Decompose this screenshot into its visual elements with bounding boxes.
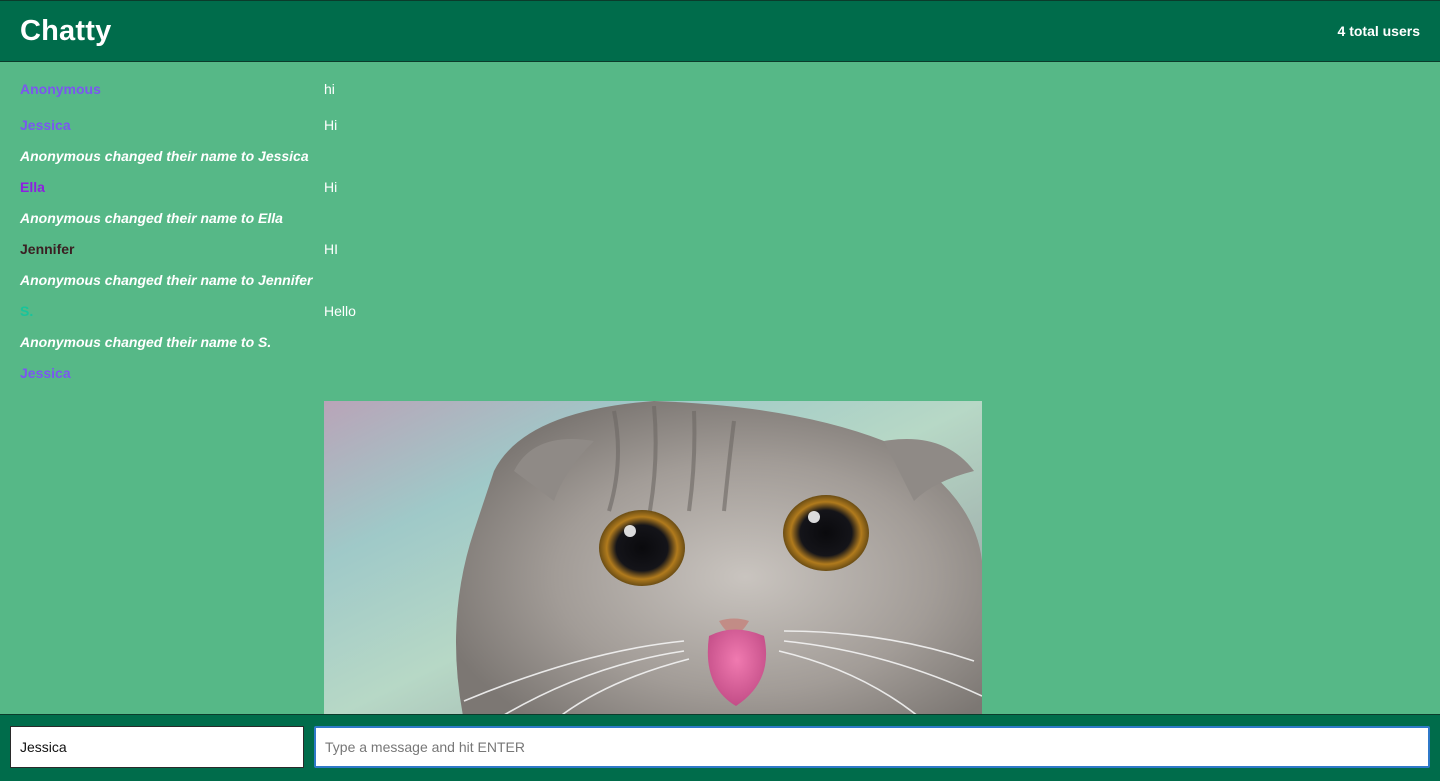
message-content: Hi [324, 117, 338, 133]
navbar: Chatty 4 total users [0, 0, 1440, 62]
system-notification: Anonymous changed their name to S. [20, 334, 272, 350]
message-row: S. Hello [0, 299, 1440, 323]
system-notification: Anonymous changed their name to Jessica [20, 148, 309, 164]
message-row: Jennifer HI [0, 237, 1440, 261]
message-username: Anonymous [20, 81, 101, 97]
message-content: Hi [324, 179, 338, 195]
system-notification: Anonymous changed their name to Jennifer [20, 272, 313, 288]
cat-image [324, 401, 982, 714]
system-notification: Anonymous changed their name to Ella [20, 210, 283, 226]
username-input[interactable] [10, 726, 304, 768]
message-username: Jessica [20, 117, 71, 133]
message-username: Jennifer [20, 241, 75, 257]
message-content: HI [324, 241, 338, 257]
message-input[interactable] [314, 726, 1430, 768]
user-count: 4 total users [1337, 23, 1420, 39]
message-content: hi [324, 81, 335, 97]
message-row: Jessica [0, 361, 1440, 385]
message-row: Ella Hi [0, 175, 1440, 199]
message-content: Hello [324, 303, 356, 319]
message-row: Anonymous hi [0, 77, 1440, 101]
message-row: Jessica Hi [0, 113, 1440, 137]
chat-bar [0, 714, 1440, 781]
message-username: Jessica [20, 365, 71, 381]
brand-title[interactable]: Chatty [20, 15, 111, 48]
message-username: S. [20, 303, 34, 319]
message-username: Ella [20, 179, 45, 195]
message-list[interactable]: Anonymous hi Jessica Hi Anonymous change… [0, 62, 1440, 714]
